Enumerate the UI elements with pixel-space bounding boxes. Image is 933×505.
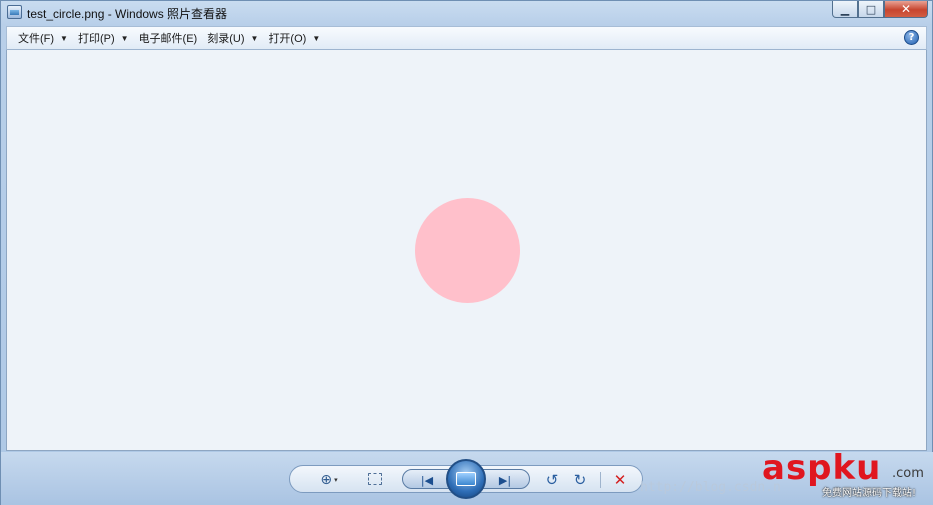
menu-file-label: 文件(F) (18, 33, 55, 45)
toolbar-separator (600, 472, 601, 488)
rotate-right-icon[interactable]: ↻ (570, 470, 590, 490)
zoom-dropdown-icon: ▾ (334, 475, 338, 484)
chevron-down-icon: ▼ (120, 33, 129, 43)
brand-watermark: aspku .com 免费网站源码下载站! (762, 448, 930, 502)
brand-tagline: 免费网站源码下载站! (822, 488, 917, 499)
menu-email[interactable]: 电子邮件(E) (134, 27, 203, 49)
delete-icon[interactable]: ✕ (610, 470, 630, 490)
rotate-left-icon[interactable]: ↺ (542, 470, 562, 490)
photo-viewer-window: test_circle.png - Windows 照片查看器 ▁ □ ✕ 文件… (0, 0, 933, 505)
menu-burn[interactable]: 刻录(U) ▼ (202, 27, 263, 49)
chevron-down-icon: ▼ (250, 33, 259, 43)
close-button[interactable]: ✕ (884, 1, 928, 18)
pink-circle-image (415, 198, 520, 303)
slideshow-icon (456, 472, 476, 486)
brand-logo-text: aspku (762, 448, 881, 488)
chevron-down-icon: ▼ (312, 33, 321, 43)
url-watermark: http://blog.csdn.n (640, 480, 781, 495)
chevron-down-icon: ▼ (60, 33, 68, 43)
photo-viewer-app-icon[interactable] (7, 5, 22, 19)
menu-bar: 文件(F) ▼ 打印(P) ▼ 电子邮件(E) 刻录(U) ▼ 打开(O) ▼ … (6, 26, 927, 50)
next-icon[interactable]: ▶| (495, 473, 515, 487)
brand-part2: ku (832, 448, 882, 488)
menu-open-label: 打开(O) (268, 33, 307, 45)
fit-window-icon[interactable] (368, 473, 382, 485)
zoom-icon[interactable]: ⊕ ▾ (314, 470, 344, 490)
menu-print[interactable]: 打印(P) ▼ (73, 27, 134, 49)
menu-email-label: 电子邮件(E) (138, 33, 198, 45)
menu-open[interactable]: 打开(O) ▼ (263, 27, 325, 49)
minimize-button[interactable]: ▁ (832, 1, 858, 18)
menu-print-label: 打印(P) (77, 33, 115, 45)
title-bar[interactable]: test_circle.png - Windows 照片查看器 ▁ □ ✕ (1, 1, 933, 25)
zoom-glyph: ⊕ (320, 472, 333, 488)
window-title: test_circle.png - Windows 照片查看器 (27, 7, 228, 21)
slideshow-button[interactable] (446, 459, 486, 499)
menu-file[interactable]: 文件(F) ▼ (13, 27, 73, 49)
menu-burn-label: 刻录(U) (207, 33, 245, 45)
maximize-button[interactable]: □ (858, 1, 884, 18)
brand-part1: asp (762, 448, 833, 488)
image-viewport[interactable] (6, 50, 927, 451)
brand-suffix: .com (892, 466, 924, 481)
help-icon[interactable]: ? (904, 30, 919, 45)
bottom-toolbar: ⊕ ▾ |◀ ▶| ↺ ↻ ✕ (289, 459, 643, 499)
previous-icon[interactable]: |◀ (417, 473, 437, 487)
window-controls: ▁ □ ✕ (832, 1, 928, 18)
